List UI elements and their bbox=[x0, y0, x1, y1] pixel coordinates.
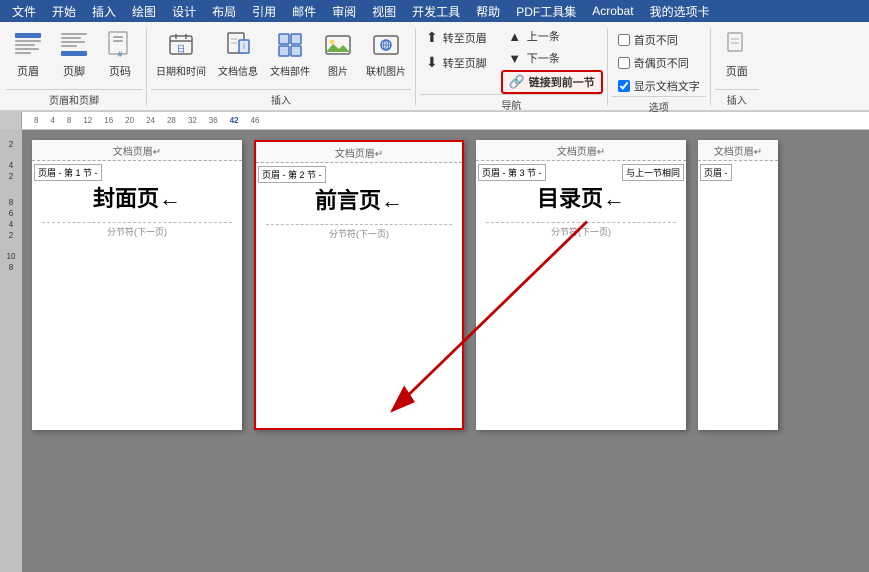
menu-help[interactable]: 帮助 bbox=[468, 1, 508, 22]
docparts-icon bbox=[274, 29, 306, 61]
btn-onlineimg[interactable]: 联机图片 bbox=[361, 26, 411, 81]
page2-header-label: 文档页眉↵ bbox=[256, 142, 462, 163]
datetime-icon: 日 bbox=[165, 29, 197, 61]
menu-mailing[interactable]: 邮件 bbox=[284, 1, 324, 22]
btn-datetime[interactable]: 日 日期和时间 bbox=[151, 26, 211, 81]
menu-view[interactable]: 视图 bbox=[364, 1, 404, 22]
ribbon: 页眉 页脚 bbox=[0, 22, 869, 112]
group-insert2: 页面 插入 bbox=[715, 26, 759, 108]
menu-pdf[interactable]: PDF工具集 bbox=[508, 1, 584, 22]
page1-separator: 分节符(下一页) bbox=[42, 222, 232, 238]
btn-pageno[interactable]: # 页码 bbox=[98, 26, 142, 82]
page3-separator: 分节符(下一页) bbox=[486, 222, 676, 238]
btn-docparts[interactable]: 文档部件 bbox=[265, 26, 315, 81]
menu-acrobat[interactable]: Acrobat bbox=[584, 2, 641, 20]
btn-prev[interactable]: ▲ 上一条 bbox=[501, 26, 603, 46]
up-icon: ▲ bbox=[507, 28, 523, 44]
checkbox-first-page-input[interactable] bbox=[618, 34, 630, 46]
group-navigation: ⬆ 转至页眉 ⬇ 转至页脚 ▲ 上一条 ▼ 下 bbox=[420, 26, 603, 108]
svg-text:i: i bbox=[243, 42, 245, 51]
btn-link-prev[interactable]: 🔗 链接到前一节 bbox=[501, 70, 603, 94]
ruler-main: 848121620242832364246 bbox=[22, 112, 869, 129]
footer-icon bbox=[58, 29, 90, 61]
btn-next[interactable]: ▼ 下一条 bbox=[501, 48, 603, 68]
checkbox-odd-even-input[interactable] bbox=[618, 57, 630, 69]
page4-header-label: 文档页眉↵ bbox=[698, 140, 778, 161]
page4-section-label: 页眉 - bbox=[700, 164, 732, 181]
group-header-footer: 页眉 页脚 bbox=[6, 26, 142, 108]
onlineimg-icon bbox=[370, 29, 402, 61]
page2-section-label: 页眉 - 第 2 节 - bbox=[258, 166, 326, 183]
page-cover: 文档页眉↵ 页眉 - 第 1 节 - 封面页← 分节符(下一页) bbox=[32, 140, 242, 430]
left-number-bar: 2 4 2 8 6 4 2 10 8 bbox=[0, 130, 22, 572]
menu-references[interactable]: 引用 bbox=[244, 1, 284, 22]
docinfo-icon: i bbox=[222, 29, 254, 61]
pages-container: 文档页眉↵ 页眉 - 第 1 节 - 封面页← 分节符(下一页) 文档页眉↵ 页… bbox=[22, 140, 788, 572]
btn-footer[interactable]: 页脚 bbox=[52, 26, 96, 82]
ruler: 848121620242832364246 bbox=[0, 112, 869, 130]
page4: 文档页眉↵ 页眉 - bbox=[698, 140, 778, 430]
svg-text:日: 日 bbox=[176, 44, 185, 54]
link-icon: 🔗 bbox=[509, 74, 525, 90]
checkbox-show-doc-input[interactable] bbox=[618, 80, 630, 92]
group-label-header-footer: 页眉和页脚 bbox=[6, 89, 142, 108]
btn-page-extra[interactable]: 页面 bbox=[715, 26, 759, 82]
doc-area: 2 4 2 8 6 4 2 10 8 文档页眉↵ 页眉 - 第 1 节 - 封面… bbox=[0, 130, 869, 572]
image-icon bbox=[322, 29, 354, 61]
page3-section-label-right: 与上一节相同 bbox=[622, 164, 684, 181]
menu-review[interactable]: 审阅 bbox=[324, 1, 364, 22]
checkbox-odd-even[interactable]: 奇偶页不同 bbox=[612, 53, 695, 73]
menu-layout[interactable]: 布局 bbox=[204, 1, 244, 22]
group-label-navigation: 导航 bbox=[420, 94, 603, 113]
ruler-left-marker bbox=[0, 112, 22, 129]
group-label-insert2: 插入 bbox=[715, 89, 759, 108]
page-extra-icon bbox=[721, 29, 753, 61]
checkbox-show-doc[interactable]: 显示文档文字 bbox=[612, 76, 706, 96]
btn-docinfo[interactable]: i 文档信息 bbox=[213, 26, 263, 81]
menu-dev[interactable]: 开发工具 bbox=[404, 1, 468, 22]
svg-text:#: # bbox=[118, 50, 123, 59]
group-label-insert: 插入 bbox=[151, 89, 411, 108]
checkbox-first-page[interactable]: 首页不同 bbox=[612, 30, 684, 50]
page1-header-label: 文档页眉↵ bbox=[32, 140, 242, 161]
menu-home[interactable]: 开始 bbox=[44, 1, 84, 22]
page3-section-label: 页眉 - 第 3 节 - bbox=[478, 164, 546, 181]
btn-goto-header[interactable]: ⬆ 转至页眉 bbox=[420, 26, 493, 49]
page2-separator: 分节符(下一页) bbox=[266, 224, 452, 240]
page-toc: 文档页眉↵ 页眉 - 第 3 节 - 与上一节相同 目录页← 分节符(下一页) bbox=[476, 140, 686, 430]
header-icon bbox=[12, 29, 44, 61]
group-options: 首页不同 奇偶页不同 显示文档文字 选项 bbox=[612, 26, 706, 108]
group-insert: 日 日期和时间 i 文档信息 bbox=[151, 26, 411, 108]
menu-file[interactable]: 文件 bbox=[4, 1, 44, 22]
down-icon: ▼ bbox=[507, 50, 523, 66]
menu-design[interactable]: 设计 bbox=[164, 1, 204, 22]
btn-header[interactable]: 页眉 bbox=[6, 26, 50, 82]
btn-image[interactable]: 图片 bbox=[317, 26, 359, 81]
menu-mytab[interactable]: 我的选项卡 bbox=[642, 1, 718, 22]
menu-insert[interactable]: 插入 bbox=[84, 1, 124, 22]
menu-draw[interactable]: 绘图 bbox=[124, 1, 164, 22]
menu-bar: 文件 开始 插入 绘图 设计 布局 引用 邮件 审阅 视图 开发工具 帮助 PD… bbox=[0, 0, 869, 22]
btn-goto-footer[interactable]: ⬇ 转至页脚 bbox=[420, 51, 493, 74]
page-frontmatter: 文档页眉↵ 页眉 - 第 2 节 - 前言页← 分节符(下一页) bbox=[254, 140, 464, 430]
ruler-ticks: 848121620242832364246 bbox=[30, 116, 264, 125]
page3-header-label: 文档页眉↵ bbox=[476, 140, 686, 161]
page1-section-label: 页眉 - 第 1 节 - bbox=[34, 164, 102, 181]
pageno-icon: # bbox=[104, 29, 136, 61]
